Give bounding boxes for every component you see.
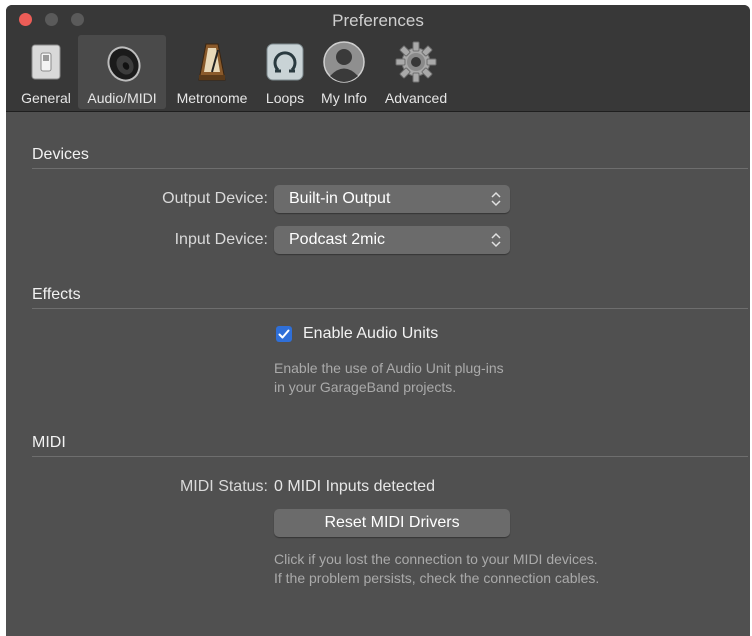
effects-section-title: Effects — [32, 286, 81, 303]
output-device-popup[interactable]: Built-in Output — [274, 185, 510, 213]
devices-section-title: Devices — [32, 146, 89, 163]
help-line: in your GarageBand projects. — [274, 379, 457, 395]
metronome-icon — [190, 40, 234, 84]
enable-audio-units-label[interactable]: Enable Audio Units — [303, 325, 438, 343]
gear-icon — [394, 40, 438, 84]
toolbar-item-audio-midi[interactable]: Audio/MIDI — [78, 35, 166, 109]
midi-help-text: Click if you lost the connection to your… — [274, 550, 599, 588]
toolbar-item-my-info[interactable]: My Info — [314, 35, 374, 109]
enable-audio-units-checkbox[interactable] — [276, 326, 292, 342]
chevron-up-down-icon — [491, 191, 501, 207]
loop-icon — [263, 40, 307, 84]
toolbar-item-advanced[interactable]: Advanced — [378, 35, 454, 109]
section-divider — [32, 456, 748, 457]
input-device-value: Podcast 2mic — [289, 231, 386, 248]
section-divider — [32, 308, 748, 309]
title-bar: Preferences General Audio/MIDI Metronome… — [6, 5, 750, 112]
toolbar-label: Audio/MIDI — [87, 90, 157, 106]
preferences-window: Preferences General Audio/MIDI Metronome… — [6, 5, 750, 636]
input-device-popup[interactable]: Podcast 2mic — [274, 226, 510, 254]
toolbar-label: General — [21, 90, 71, 106]
reset-midi-drivers-button[interactable]: Reset MIDI Drivers — [274, 509, 510, 537]
midi-status-label: MIDI Status: — [179, 478, 268, 495]
midi-section-title: MIDI — [32, 434, 66, 451]
output-device-value: Built-in Output — [289, 190, 391, 207]
switch-icon — [24, 40, 68, 84]
audio-midi-pane: Devices Output Device: Built-in Output I… — [6, 112, 750, 636]
toolbar-label: My Info — [321, 90, 367, 106]
toolbar-item-loops[interactable]: Loops — [262, 35, 308, 109]
section-divider — [32, 168, 748, 169]
help-line: If the problem persists, check the conne… — [274, 570, 600, 586]
checkmark-icon — [278, 329, 290, 339]
help-line: Enable the use of Audio Unit plug-ins — [274, 360, 504, 376]
speaker-icon — [100, 40, 144, 84]
chevron-up-down-icon — [491, 232, 501, 248]
input-device-label: Input Device: — [174, 231, 268, 248]
help-line: Click if you lost the connection to your… — [274, 551, 598, 567]
output-device-label: Output Device: — [162, 190, 268, 207]
midi-status-value: 0 MIDI Inputs detected — [274, 478, 435, 495]
user-icon — [322, 40, 366, 84]
window-title: Preferences — [332, 11, 424, 30]
toolbar-label: Metronome — [176, 90, 248, 106]
toolbar-item-metronome[interactable]: Metronome — [170, 35, 254, 109]
toolbar-label: Loops — [265, 90, 305, 106]
audio-units-help-text: Enable the use of Audio Unit plug-ins in… — [274, 359, 504, 397]
toolbar-label: Advanced — [384, 90, 448, 106]
toolbar-item-general[interactable]: General — [14, 35, 78, 109]
